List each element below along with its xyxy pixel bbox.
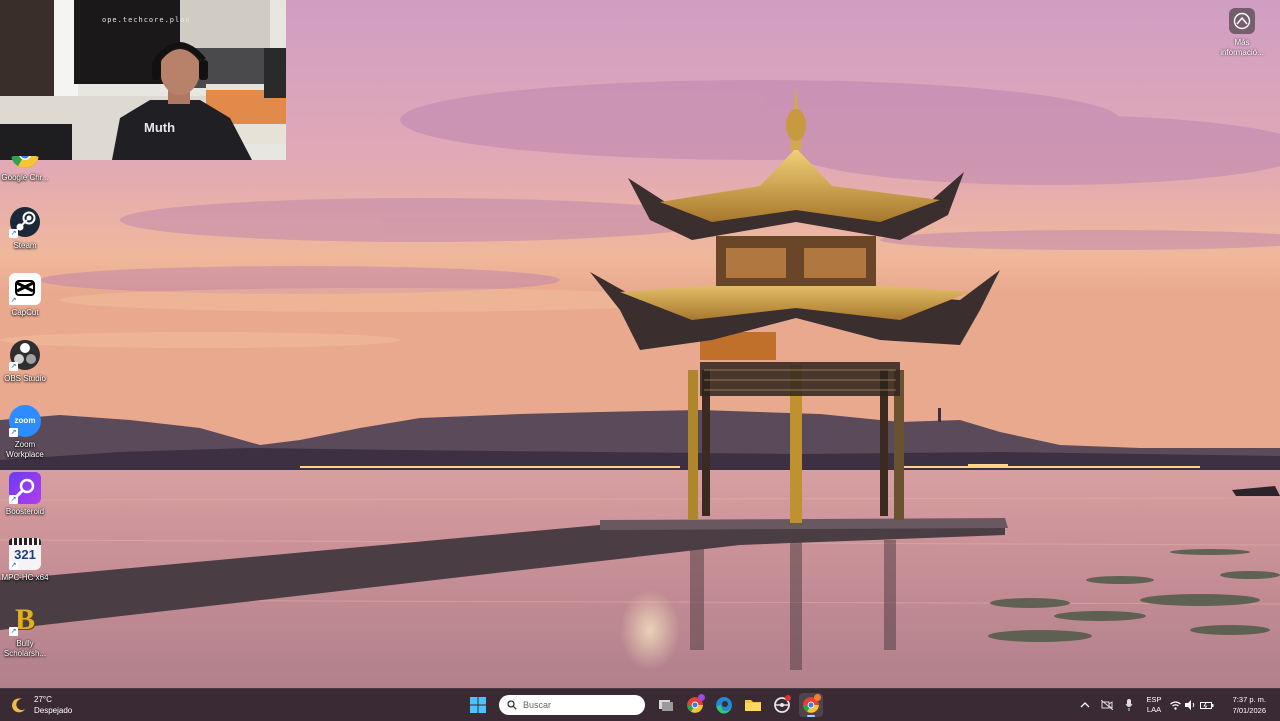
desktop-icon-label: Bully Scholarsh... xyxy=(3,639,47,658)
system-tray: ESP LAA 7:37 p. m. 7/01/2026 xyxy=(1074,689,1280,721)
profile-badge xyxy=(698,694,705,701)
desktop-icon-label: Boosteroid xyxy=(5,507,45,516)
taskbar-center: Buscar xyxy=(466,693,823,717)
shortcut-arrow-icon: ↗ xyxy=(9,229,18,238)
weather-temp: 27°C xyxy=(34,695,52,704)
notification-dot xyxy=(785,695,791,701)
desktop-icon-mpc[interactable]: 321 ↗ MPC-HC x64 xyxy=(0,538,50,583)
taskbar-search-box[interactable]: Buscar xyxy=(499,695,645,715)
mpc-icon: 321 ↗ xyxy=(9,538,41,570)
shortcut-arrow-icon: ↗ xyxy=(9,495,18,504)
profile-badge xyxy=(814,694,821,701)
search-icon xyxy=(507,700,517,710)
desktop-icon-label: Zoom Workplace xyxy=(6,440,44,459)
desktop-icon-steam[interactable]: ↗ Steam xyxy=(0,206,50,251)
shortcut-arrow-icon: ↗ xyxy=(9,428,18,437)
camera-off-icon xyxy=(1101,700,1113,710)
moon-icon xyxy=(12,698,25,713)
volume-icon xyxy=(1185,700,1195,710)
clock[interactable]: 7:37 p. m. 7/01/2026 xyxy=(1216,694,1280,716)
shortcut-arrow-icon: ↗ xyxy=(9,296,18,305)
task-view-button[interactable] xyxy=(654,693,678,717)
wifi-icon xyxy=(1170,700,1181,710)
weather-desc: Despejado xyxy=(34,706,73,715)
quick-settings-button[interactable] xyxy=(1168,689,1216,721)
shortcut-arrow-icon: ↗ xyxy=(9,627,18,636)
webcam-stamp-text: ope.techcore.plan xyxy=(102,16,191,24)
desktop-icon-boosteroid[interactable]: ↗ Boosteroid xyxy=(0,472,50,517)
windows-icon xyxy=(470,697,486,713)
taskbar: 27°C Despejado Buscar ESP LAA 7:37 p. m.… xyxy=(0,688,1280,721)
desktop-icon-obs[interactable]: ↗ OBS Studio xyxy=(0,339,50,384)
shortcut-arrow-icon: ↗ xyxy=(9,362,18,371)
language-indicator[interactable]: ESP LAA xyxy=(1140,695,1168,715)
taskbar-chrome-active[interactable] xyxy=(799,693,823,717)
language-code: ESP xyxy=(1146,695,1162,704)
spotlight-label: Más informació... xyxy=(1220,38,1264,57)
desktop-icon-bully[interactable]: B ↗ Bully Scholarsh... xyxy=(0,604,50,659)
edge-icon xyxy=(716,697,732,714)
steam-icon: ↗ xyxy=(9,206,41,238)
desktop-icon-zoom[interactable]: zoom ↗ Zoom Workplace xyxy=(0,405,50,460)
active-indicator xyxy=(807,715,815,717)
desktop-icon-label: OBS Studio xyxy=(4,374,46,383)
obs-icon: ↗ xyxy=(9,339,41,371)
film-strip-icon xyxy=(9,538,41,545)
desktop-icon-label: MPC-HC x64 xyxy=(1,573,49,582)
taskbar-edge[interactable] xyxy=(712,693,736,717)
boosteroid-icon: ↗ xyxy=(9,472,41,504)
tray-microphone-button[interactable] xyxy=(1118,689,1140,721)
zoom-icon: zoom ↗ xyxy=(9,405,41,437)
chevron-up-icon xyxy=(1080,702,1090,708)
bully-icon: B ↗ xyxy=(9,604,41,636)
chrome-icon xyxy=(9,156,41,170)
taskbar-file-explorer[interactable] xyxy=(741,693,765,717)
desktop-icon-capcut[interactable]: ↗ CapCut xyxy=(0,273,50,318)
shortcut-arrow-icon: ↗ xyxy=(9,561,18,570)
task-view-icon xyxy=(659,700,673,711)
keyboard-layout: LAA xyxy=(1146,705,1162,714)
svg-text:Muth: Muth xyxy=(144,120,175,135)
start-button[interactable] xyxy=(466,693,490,717)
taskbar-chrome-profile[interactable] xyxy=(683,693,707,717)
show-hidden-icons-button[interactable] xyxy=(1074,689,1096,721)
microphone-icon xyxy=(1125,699,1133,711)
taskbar-app-steering[interactable] xyxy=(770,693,794,717)
search-placeholder: Buscar xyxy=(523,700,552,710)
spotlight-more-info[interactable]: Más informació... xyxy=(1216,8,1268,58)
desktop-icon-label: CapCut xyxy=(11,308,39,317)
folder-icon xyxy=(745,700,761,711)
webcam-feed-image: Muth xyxy=(0,0,286,160)
desktop-icon-google-chrome[interactable]: Google Chr... xyxy=(0,156,50,183)
weather-widget[interactable]: 27°C Despejado xyxy=(10,694,72,716)
desktop-icon-label: Google Chr... xyxy=(1,173,49,182)
webcam-overlay: Muth ope.techcore.plan xyxy=(0,0,286,160)
clock-date: 7/01/2026 xyxy=(1232,706,1266,715)
desktop-icon-label: Steam xyxy=(13,241,37,250)
tray-camera-off-button[interactable] xyxy=(1096,689,1118,721)
clock-time: 7:37 p. m. xyxy=(1232,695,1266,704)
camera-lens-icon xyxy=(1229,8,1255,34)
battery-icon xyxy=(1200,701,1214,709)
capcut-icon: ↗ xyxy=(9,273,41,305)
